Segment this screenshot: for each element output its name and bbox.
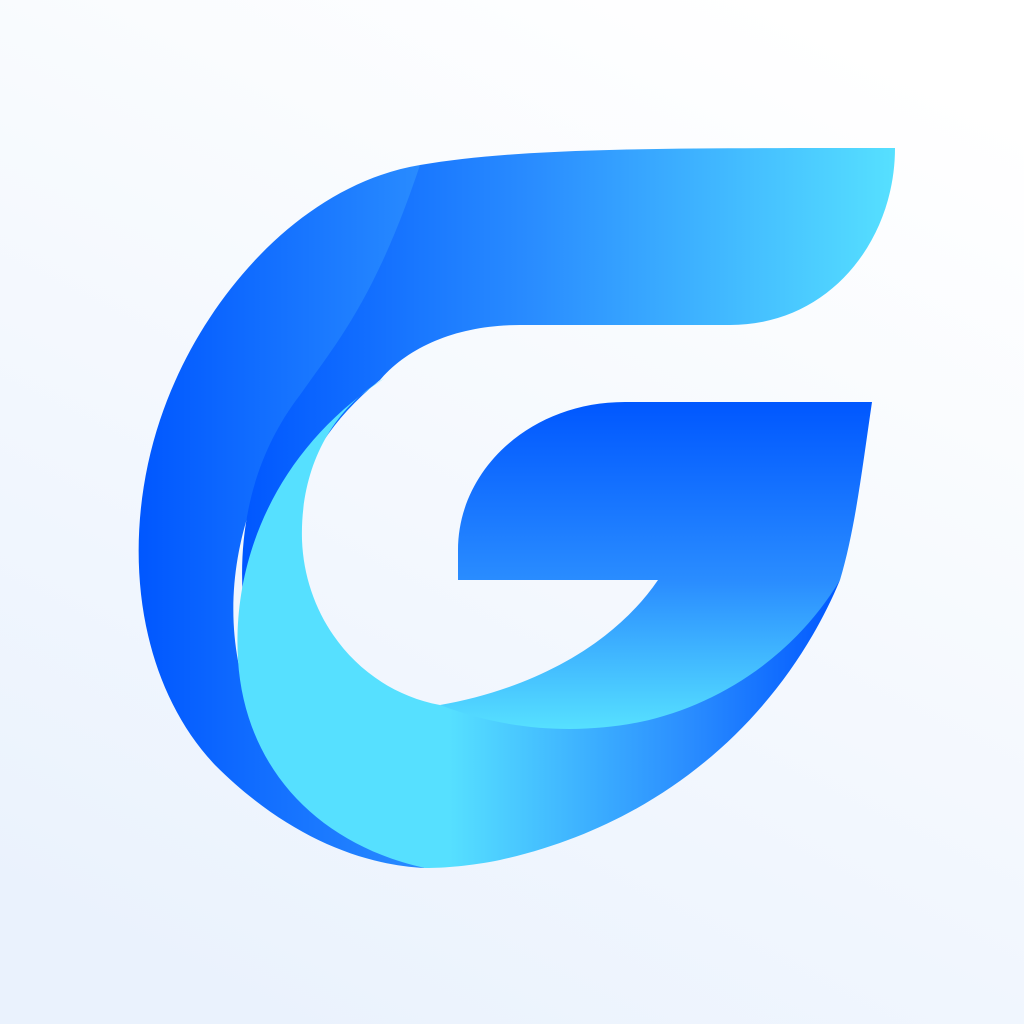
- app-icon: [0, 0, 1024, 1024]
- g-logo-icon: [0, 0, 1024, 1024]
